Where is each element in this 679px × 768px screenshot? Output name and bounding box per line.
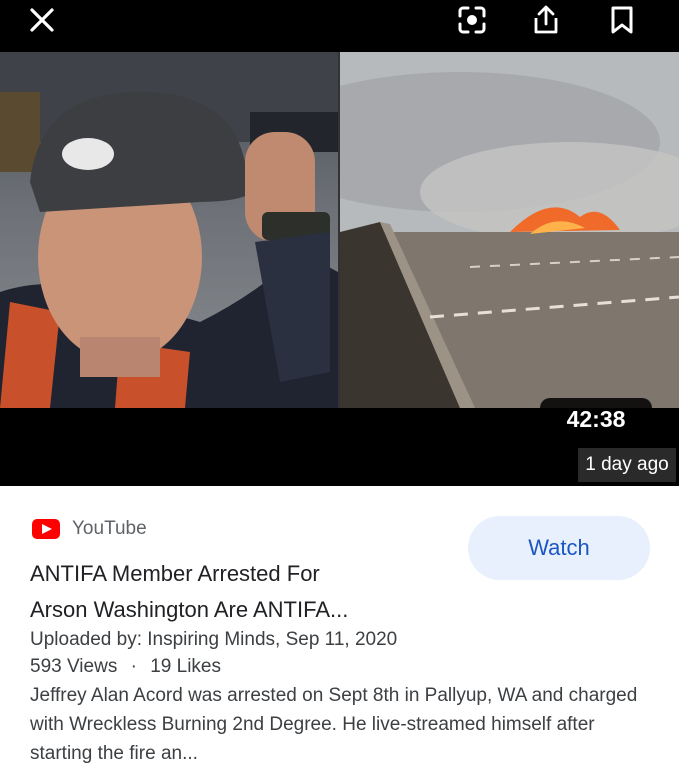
likes-count: 19 Likes (150, 656, 221, 677)
lens-button[interactable] (452, 0, 492, 40)
result-meta: Uploaded by: Inspiring Minds, Sep 11, 20… (30, 626, 397, 680)
video-thumbnail[interactable] (0, 52, 679, 408)
selfie-image (0, 52, 338, 408)
result-description: Jeffrey Alan Acord was arrested on Sept … (30, 685, 638, 764)
stats: 593 Views · 19 Likes (30, 653, 397, 680)
save-button[interactable] (602, 0, 642, 40)
source[interactable]: YouTube (32, 516, 147, 542)
source-name: YouTube (72, 518, 147, 539)
top-bar (0, 0, 679, 52)
stats-separator: · (130, 656, 137, 677)
title-line-2: Arson Washington Are ANTIFA... (30, 597, 349, 622)
result-title[interactable]: ANTIFA Member Arrested For Arson Washing… (30, 556, 450, 628)
fire-image (340, 52, 679, 408)
bookmark-icon (611, 6, 633, 34)
share-button[interactable] (526, 0, 566, 40)
close-icon (30, 8, 54, 32)
youtube-icon (32, 519, 60, 539)
watch-button[interactable]: Watch (468, 516, 650, 580)
age-badge: 1 day ago (578, 448, 676, 482)
title-line-1: ANTIFA Member Arrested For (30, 561, 320, 586)
result-card: YouTube Watch ANTIFA Member Arrested For… (0, 486, 679, 768)
lens-icon (458, 6, 486, 34)
close-button[interactable] (22, 0, 62, 40)
views-count: 593 Views (30, 656, 118, 677)
uploaded-by: Uploaded by: Inspiring Minds, Sep 11, 20… (30, 629, 398, 650)
share-icon (534, 5, 558, 34)
duration-badge: 42:38 (540, 398, 652, 440)
